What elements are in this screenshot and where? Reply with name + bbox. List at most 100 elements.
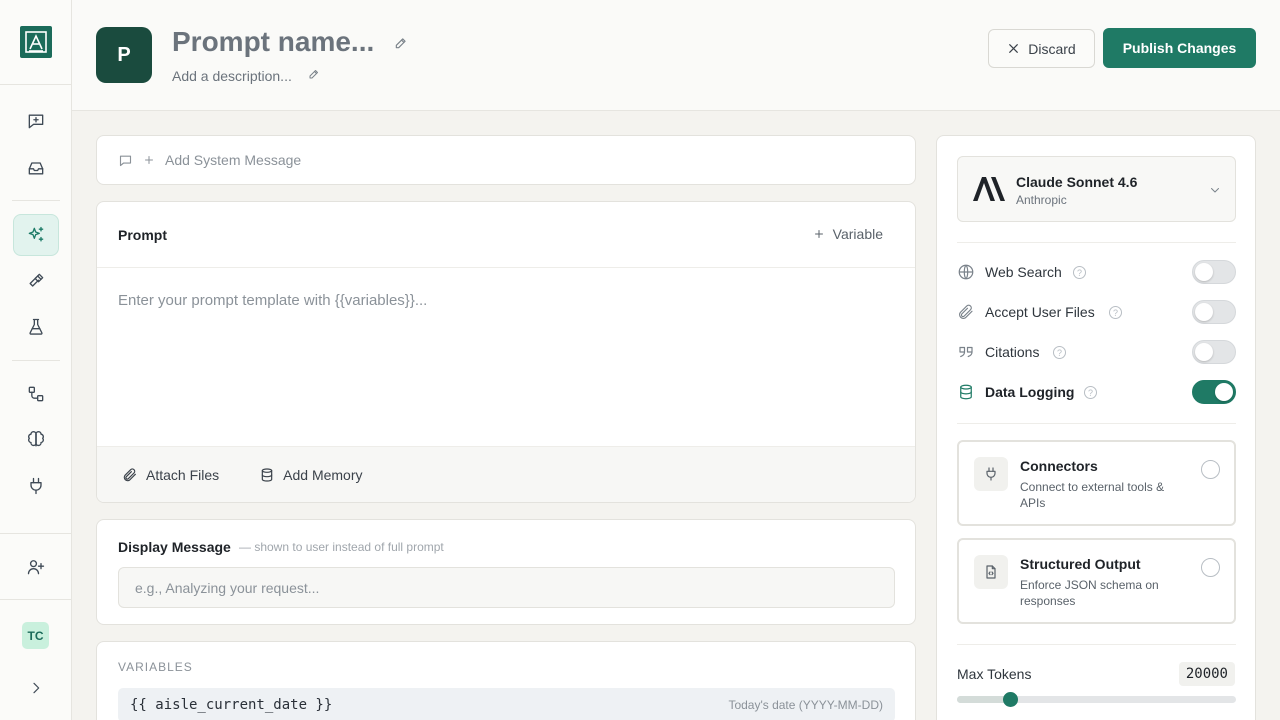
- variable-description: Today's date (YYYY-MM-DD): [728, 698, 883, 712]
- sidebar-item-inbox[interactable]: [13, 147, 59, 189]
- sidebar-item-memory[interactable]: [13, 419, 59, 461]
- panel-divider: [957, 423, 1236, 424]
- structured-output-card[interactable]: Structured Output Enforce JSON schema on…: [957, 538, 1236, 624]
- variable-name: {{ aisle_current_date }}: [130, 697, 333, 713]
- discard-label: Discard: [1028, 40, 1076, 57]
- attach-files-label: Attach Files: [146, 466, 220, 483]
- toggle-knob: [1195, 343, 1213, 361]
- feature-title: Connectors: [1020, 458, 1098, 474]
- prompt-header: Prompt Variable: [97, 202, 915, 268]
- prompt-footer: Attach Files Add Memory: [97, 446, 915, 502]
- sidebar-item-new-chat[interactable]: [13, 100, 59, 142]
- plus-icon: [814, 230, 823, 238]
- add-variable-button[interactable]: Variable: [813, 226, 883, 242]
- publish-changes-button[interactable]: Publish Changes: [1103, 28, 1256, 68]
- prompt-editor-card: Prompt Variable Enter your prompt templa…: [96, 201, 916, 503]
- quote-icon: [957, 343, 975, 366]
- max-tokens-label: Max Tokens: [957, 666, 1032, 682]
- sidebar-divider: [0, 599, 72, 600]
- max-tokens-slider[interactable]: [957, 692, 1236, 707]
- sidebar-divider: [0, 84, 72, 85]
- discard-button[interactable]: Discard: [988, 29, 1095, 68]
- help-icon[interactable]: ?: [1073, 266, 1086, 279]
- max-tokens-value[interactable]: 20000: [1178, 662, 1235, 686]
- globe-icon: [957, 263, 975, 286]
- variables-card: VARIABLES {{ aisle_current_date }} Today…: [96, 641, 916, 720]
- feature-description: Enforce JSON schema on responses: [1020, 578, 1159, 608]
- option-data-logging: Data Logging ?: [957, 379, 1236, 405]
- attach-files-button[interactable]: Attach Files: [122, 467, 219, 483]
- sidebar-item-tools[interactable]: [13, 260, 59, 302]
- sidebar-divider: [12, 360, 60, 361]
- display-message-hint: — shown to user instead of full prompt: [239, 540, 444, 554]
- page-header: P Prompt name... Add a description... Di…: [72, 0, 1280, 111]
- sidebar-item-workflows[interactable]: [13, 373, 59, 415]
- help-icon[interactable]: ?: [1109, 306, 1122, 319]
- system-message-label: Add System Message: [165, 152, 302, 168]
- help-icon[interactable]: ?: [1084, 386, 1097, 399]
- chevron-right-icon: [33, 682, 40, 694]
- option-web-search: Web Search ?: [957, 259, 1236, 285]
- help-icon[interactable]: ?: [1053, 346, 1066, 359]
- sidebar-item-invite-user[interactable]: [13, 546, 59, 588]
- toggle-knob: [1195, 303, 1213, 321]
- slider-thumb[interactable]: [1003, 692, 1019, 707]
- file-code-icon: [974, 555, 1008, 589]
- toggle-knob: [1215, 383, 1233, 401]
- anthropic-logo-icon: [973, 177, 1005, 201]
- app-logo[interactable]: [20, 26, 52, 58]
- feature-description: Connect to external tools & APIs: [1020, 480, 1165, 510]
- brain-icon: [28, 431, 44, 447]
- sidebar-divider: [0, 533, 72, 534]
- option-label: Web Search: [985, 264, 1062, 280]
- settings-panel: Claude Sonnet 4.6 Anthropic Web Search ?…: [936, 135, 1256, 720]
- logo-icon: [25, 31, 47, 53]
- user-plus-icon: [27, 560, 45, 575]
- variable-label: Variable: [832, 226, 883, 242]
- display-message-card: Display Message — shown to user instead …: [96, 519, 916, 625]
- data-logging-toggle[interactable]: [1192, 380, 1236, 404]
- display-message-input[interactable]: e.g., Analyzing your request...: [118, 567, 895, 608]
- sidebar-item-evals[interactable]: [13, 306, 59, 348]
- sidebar-item-prompts[interactable]: [13, 214, 59, 256]
- option-accept-user-files: Accept User Files ?: [957, 299, 1236, 325]
- prompt-description[interactable]: Add a description...: [172, 68, 292, 84]
- sidebar-item-integrations[interactable]: [13, 465, 59, 507]
- web-search-toggle[interactable]: [1192, 260, 1236, 284]
- display-message-title: Display Message: [118, 539, 231, 555]
- paperclip-icon: [957, 303, 975, 326]
- workflow-icon: [28, 386, 44, 402]
- model-name: Claude Sonnet 4.6: [1016, 174, 1138, 190]
- option-label: Citations: [985, 344, 1040, 360]
- message-plus-icon: [28, 114, 44, 129]
- model-selector[interactable]: Claude Sonnet 4.6 Anthropic: [957, 156, 1236, 222]
- panel-divider: [957, 644, 1236, 645]
- accept-user-files-toggle[interactable]: [1192, 300, 1236, 324]
- citations-toggle[interactable]: [1192, 340, 1236, 364]
- edit-title-icon[interactable]: [394, 36, 408, 55]
- edit-description-icon[interactable]: [308, 67, 320, 85]
- user-avatar[interactable]: TC: [22, 622, 49, 649]
- option-label: Data Logging: [985, 384, 1075, 400]
- panel-divider: [957, 242, 1236, 243]
- toggle-knob: [1195, 263, 1213, 281]
- variable-row[interactable]: {{ aisle_current_date }} Today's date (Y…: [118, 688, 895, 720]
- connectors-radio[interactable]: [1201, 460, 1220, 479]
- model-vendor: Anthropic: [1016, 193, 1067, 207]
- paperclip-icon: [123, 467, 136, 481]
- plus-icon: [145, 156, 153, 164]
- add-system-message[interactable]: Add System Message: [96, 135, 916, 185]
- prompt-title[interactable]: Prompt name...: [172, 26, 374, 58]
- structured-output-radio[interactable]: [1201, 558, 1220, 577]
- plug-icon: [974, 457, 1008, 491]
- sidebar-expand-button[interactable]: [13, 667, 59, 709]
- chevron-down-icon: [1209, 183, 1221, 201]
- connectors-card[interactable]: Connectors Connect to external tools & A…: [957, 440, 1236, 526]
- database-icon: [261, 467, 273, 482]
- add-memory-button[interactable]: Add Memory: [259, 467, 363, 483]
- feature-title: Structured Output: [1020, 556, 1141, 572]
- prompt-template-input[interactable]: Enter your prompt template with {{variab…: [118, 292, 427, 309]
- sidebar: TC: [0, 0, 72, 720]
- message-icon: [119, 155, 132, 166]
- database-icon: [957, 383, 975, 406]
